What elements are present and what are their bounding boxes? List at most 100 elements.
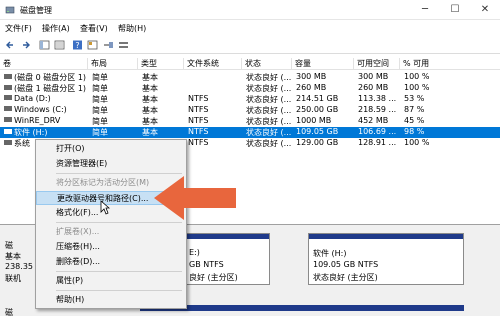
- disk-1-label: 磁: [5, 308, 13, 316]
- free-space-cell: 113.38 ...: [358, 94, 397, 103]
- free-space-cell: 218.59 ...: [358, 105, 397, 114]
- percent-free-cell: 98 %: [404, 127, 425, 136]
- partition-bar: [309, 234, 463, 239]
- menu-item-explore[interactable]: 资源管理器(E): [36, 157, 186, 171]
- partition-title: E:): [189, 248, 200, 257]
- status-cell: 状态良好 (...: [246, 73, 292, 82]
- volume-icon: [4, 106, 12, 111]
- column-status[interactable]: 状态: [242, 58, 292, 69]
- menu-bar: 文件(F) 操作(A) 查看(V) 帮助(H): [0, 20, 500, 36]
- volume-icon: [4, 74, 12, 79]
- disk-0-status: 联机: [5, 274, 21, 283]
- filesystem-cell: NTFS: [188, 105, 209, 114]
- status-cell: 状态良好 (...: [246, 139, 292, 148]
- disk-0-size: 238.35: [5, 262, 33, 271]
- filesystem-cell: NTFS: [188, 116, 209, 125]
- type-cell: 基本: [142, 106, 158, 115]
- menu-action[interactable]: 操作(A): [42, 23, 70, 34]
- column-volume[interactable]: 卷: [0, 58, 88, 69]
- capacity-cell: 214.51 GB: [296, 94, 339, 103]
- table-row[interactable]: (磁盘 0 磁盘分区 1) 简单 基本 状态良好 (... 300 MB 300…: [0, 72, 500, 83]
- volume-name-cell: Windows (C:): [0, 105, 67, 114]
- volume-name-cell: Data (D:): [0, 94, 51, 103]
- partition-status: 良好 (主分区): [189, 273, 238, 282]
- volume-icon: [4, 140, 12, 145]
- menu-separator: [56, 290, 182, 291]
- column-filesystem[interactable]: 文件系统: [184, 58, 242, 69]
- type-cell: 基本: [142, 73, 158, 82]
- column-type[interactable]: 类型: [138, 58, 184, 69]
- column-percent-free[interactable]: % 可用: [400, 58, 460, 69]
- percent-free-cell: 45 %: [404, 116, 425, 125]
- partition-status: 状态良好 (主分区): [313, 273, 378, 282]
- status-cell: 状态良好 (...: [246, 95, 292, 104]
- table-row[interactable]: (磁盘 1 磁盘分区 1) 简单 基本 状态良好 (... 260 MB 260…: [0, 83, 500, 94]
- list-view-icon[interactable]: [54, 40, 65, 50]
- forward-icon[interactable]: [20, 40, 31, 50]
- percent-free-cell: 53 %: [404, 94, 425, 103]
- partition-size: 109.05 GB NTFS: [313, 260, 379, 269]
- capacity-cell: 1000 MB: [296, 116, 332, 125]
- layout-cell: 简单: [92, 95, 108, 104]
- volume-name-cell: WinRE_DRV: [0, 116, 60, 125]
- volume-icon: [4, 117, 12, 122]
- capacity-cell: 260 MB: [296, 83, 327, 92]
- console-tree-icon[interactable]: [39, 40, 50, 50]
- menu-help[interactable]: 帮助(H): [118, 23, 146, 34]
- svg-text:?: ?: [75, 41, 79, 50]
- partition-size: GB NTFS: [189, 260, 224, 269]
- filesystem-cell: NTFS: [188, 127, 209, 136]
- menu-item-shrink[interactable]: 压缩卷(H)...: [36, 240, 186, 254]
- menu-item-delete[interactable]: 删除卷(D)...: [36, 255, 186, 269]
- menu-item-open[interactable]: 打开(O): [36, 142, 186, 156]
- layout-cell: 简单: [92, 117, 108, 126]
- disk-list-icon[interactable]: [118, 40, 129, 50]
- layout-cell: 简单: [92, 84, 108, 93]
- properties-icon[interactable]: [87, 40, 98, 50]
- maximize-button[interactable]: ☐: [440, 0, 470, 20]
- annotation-arrow-icon: [154, 176, 236, 220]
- help-icon[interactable]: ?: [72, 40, 83, 50]
- percent-free-cell: 87 %: [404, 105, 425, 114]
- status-cell: 状态良好 (...: [246, 117, 292, 126]
- capacity-cell: 250.00 GB: [296, 105, 339, 114]
- window-title: 磁盘管理: [20, 6, 52, 15]
- percent-free-cell: 100 %: [404, 72, 430, 81]
- connect-icon[interactable]: [103, 40, 114, 50]
- capacity-cell: 129.00 GB: [296, 138, 339, 147]
- table-row-selected[interactable]: 软件 (H:) 简单 基本 NTFS 状态良好 (... 109.05 GB 1…: [0, 127, 500, 138]
- back-icon[interactable]: [5, 40, 16, 50]
- volume-name-cell: 系统: [0, 138, 30, 149]
- column-layout[interactable]: 布局: [88, 58, 138, 69]
- partition-title: 软件 (H:): [313, 249, 347, 258]
- menu-item-help[interactable]: 帮助(H): [36, 293, 186, 307]
- table-header: 卷 布局 类型 文件系统 状态 容量 可用空间 % 可用: [0, 56, 500, 70]
- menu-view[interactable]: 查看(V): [80, 23, 108, 34]
- column-free-space[interactable]: 可用空间: [354, 58, 400, 69]
- table-row[interactable]: WinRE_DRV 简单 基本 NTFS 状态良好 (... 1000 MB 4…: [0, 116, 500, 127]
- table-row[interactable]: Windows (C:) 简单 基本 NTFS 状态良好 (... 250.00…: [0, 105, 500, 116]
- disk-management-icon: [5, 6, 15, 14]
- layout-cell: 简单: [92, 73, 108, 82]
- percent-free-cell: 100 %: [404, 138, 430, 147]
- type-cell: 基本: [142, 84, 158, 93]
- capacity-cell: 109.05 GB: [296, 127, 339, 136]
- percent-free-cell: 100 %: [404, 83, 430, 92]
- type-cell: 基本: [142, 117, 158, 126]
- partition-block-h[interactable]: 软件 (H:) 109.05 GB NTFS 状态良好 (主分区): [308, 233, 464, 285]
- filesystem-cell: NTFS: [188, 138, 209, 147]
- filesystem-cell: NTFS: [188, 94, 209, 103]
- menu-file[interactable]: 文件(F): [5, 23, 32, 34]
- menu-item-properties[interactable]: 属性(P): [36, 274, 186, 288]
- column-capacity[interactable]: 容量: [292, 58, 354, 69]
- close-button[interactable]: ✕: [470, 0, 500, 20]
- free-space-cell: 300 MB: [358, 72, 389, 81]
- layout-cell: 简单: [92, 106, 108, 115]
- status-cell: 状态良好 (...: [246, 84, 292, 93]
- status-cell: 状态良好 (...: [246, 128, 292, 137]
- title-bar: 磁盘管理 ─ ☐ ✕: [0, 0, 500, 20]
- table-row[interactable]: Data (D:) 简单 基本 NTFS 状态良好 (... 214.51 GB…: [0, 94, 500, 105]
- free-space-cell: 452 MB: [358, 116, 389, 125]
- minimize-button[interactable]: ─: [410, 0, 440, 20]
- menu-separator: [56, 271, 182, 272]
